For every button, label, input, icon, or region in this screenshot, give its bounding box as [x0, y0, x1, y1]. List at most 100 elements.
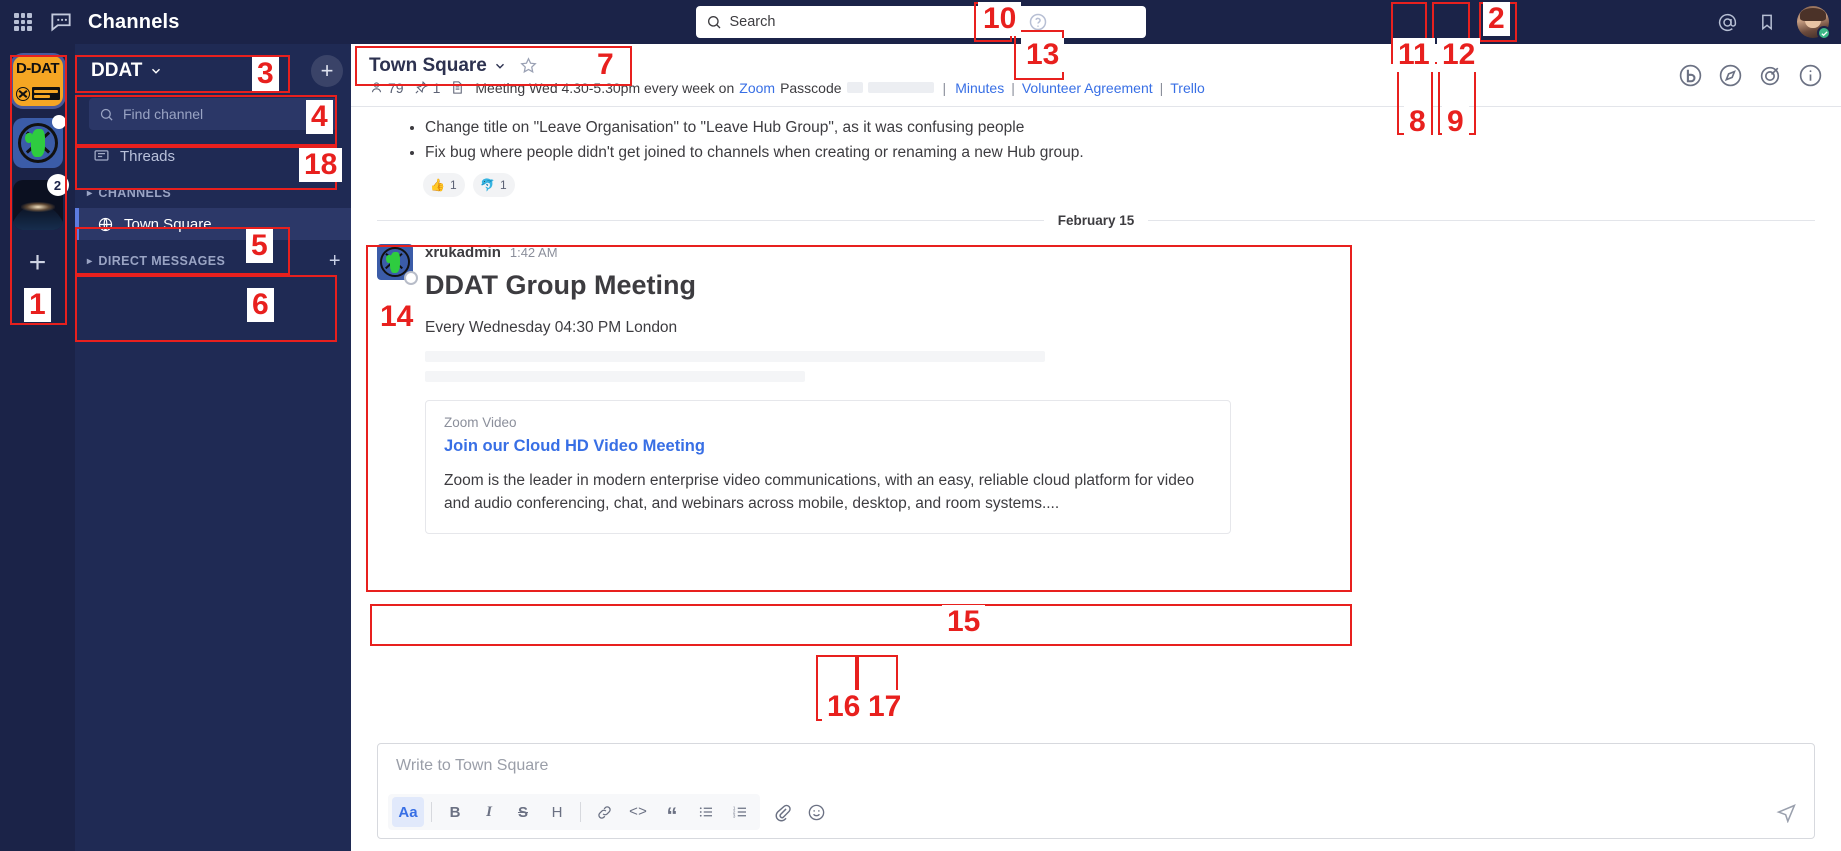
numbered-list-icon: 1 2 3 [733, 805, 746, 818]
composer-toolbar: Aa B I S H <> “ 1 2 3 [378, 788, 1814, 838]
post-avatar[interactable] [377, 244, 418, 286]
annotation-number-1: 1 [24, 288, 51, 322]
sidebar-category-channels-label: CHANNELS [98, 186, 172, 200]
sidebar-channel-town-square-label: Town Square [124, 215, 212, 233]
post-bullet-item: Fix bug where people didn't get joined t… [425, 140, 1841, 165]
channel-pinned-button[interactable]: 1 [414, 80, 440, 96]
channel-title-dropdown[interactable]: Town Square [369, 55, 507, 77]
heading-button[interactable]: H [541, 797, 573, 827]
separator: | [942, 79, 947, 96]
message-composer: Write to Town Square Aa B I S H <> “ 1 2… [377, 743, 1815, 839]
global-search-wrap: Search [695, 6, 1146, 38]
date-separator: February 15 [351, 197, 1841, 238]
composer-wrap: Write to Town Square Aa B I S H <> “ 1 2… [351, 743, 1841, 851]
channel-description: Meeting Wed 4.30-5.30pm every week on Zo… [475, 80, 1204, 96]
trello-link[interactable]: Trello [1170, 80, 1205, 96]
strikethrough-button[interactable]: S [507, 797, 539, 827]
bulleted-list-button[interactable] [690, 797, 722, 827]
post-username[interactable]: xrukadmin [425, 244, 501, 261]
send-plane-icon [1775, 803, 1796, 823]
team-name-label: DDAT [91, 60, 143, 81]
bigbluebutton-icon[interactable] [1673, 58, 1707, 92]
bullet-list-icon [699, 807, 712, 817]
body-row: D-DAT 2 + DDAT + Find channel Threads ▸ … [0, 44, 1841, 851]
link-preview-site: Zoom Video [444, 414, 517, 430]
search-input[interactable]: Search [695, 6, 1146, 38]
post-reactions: 👍 1 🐬 1 [351, 165, 1841, 198]
write-direct-message-button[interactable]: + [329, 250, 341, 273]
team-button-earth[interactable]: 2 [12, 174, 69, 230]
playbooks-compass-icon[interactable] [1713, 58, 1747, 92]
channel-members-count: 79 [388, 79, 404, 96]
team-button-ddat[interactable]: D-DAT [12, 56, 63, 106]
sidebar-category-direct-messages[interactable]: ▸ DIRECT MESSAGES + [75, 246, 351, 276]
reaction-dolphin[interactable]: 🐬 1 [473, 173, 515, 198]
sidebar-header: DDAT + [75, 44, 351, 98]
channels-chat-icon[interactable] [48, 9, 74, 35]
channel-header: Town Square 79 1 Meeting Wed 4.30-5.30pm… [351, 44, 1841, 107]
user-avatar[interactable] [1797, 6, 1831, 40]
global-header: Channels Search [0, 0, 1841, 44]
annotation-number-5: 5 [246, 229, 273, 263]
channel-info-icon[interactable] [1793, 58, 1827, 92]
channel-title-label: Town Square [369, 54, 487, 76]
link-button[interactable] [588, 797, 620, 827]
channel-files-button[interactable] [450, 80, 465, 95]
team-name-dropdown[interactable]: DDAT [91, 60, 163, 82]
message-input[interactable]: Write to Town Square [378, 744, 1814, 788]
status-badge [1817, 26, 1831, 40]
annotation-number-15: 15 [942, 605, 986, 639]
attach-file-button[interactable] [766, 797, 798, 827]
bookmark-flag-icon[interactable] [1749, 4, 1785, 40]
main-channel-view: Town Square 79 1 Meeting Wed 4.30-5.30pm… [351, 44, 1841, 851]
annotation-number-12: 12 [1437, 38, 1481, 72]
minutes-link[interactable]: Minutes [955, 80, 1004, 96]
unread-count-badge: 2 [46, 174, 69, 196]
composer-right [1768, 797, 1804, 827]
code-button[interactable]: <> [622, 797, 654, 827]
global-header-left: Channels [0, 9, 180, 35]
reaction-count: 1 [449, 178, 457, 193]
search-icon [100, 108, 113, 121]
browse-or-create-channel-button[interactable]: + [311, 55, 343, 87]
find-channel-input[interactable]: Find channel [89, 98, 337, 130]
quote-button[interactable]: “ [656, 797, 688, 827]
product-name: Channels [88, 10, 180, 33]
reaction-thumbsup[interactable]: 👍 1 [423, 173, 465, 198]
chevron-right-icon: ▸ [87, 187, 93, 199]
annotation-number-9: 9 [1442, 105, 1469, 139]
send-message-button[interactable] [1768, 797, 1804, 827]
channel-goals-target-icon[interactable] [1753, 58, 1787, 92]
apps-grid-icon[interactable] [12, 11, 34, 33]
post-timestamp[interactable]: 1:42 AM [510, 245, 558, 260]
help-circle-icon[interactable] [1020, 4, 1056, 40]
sidebar-category-channels[interactable]: ▸ CHANNELS [75, 178, 351, 208]
italic-button[interactable]: I [473, 797, 505, 827]
file-icon [453, 81, 463, 94]
channel-header-right [1673, 58, 1827, 92]
link-preview-title[interactable]: Join our Cloud HD Video Meeting [444, 437, 1212, 456]
favorite-star-icon[interactable] [519, 56, 538, 75]
add-team-button[interactable]: + [29, 248, 47, 278]
channel-meta-row: 79 1 Meeting Wed 4.30-5.30pm every week … [369, 80, 1673, 96]
sidebar-channel-town-square[interactable]: Town Square [75, 208, 351, 240]
channel-members-button[interactable]: 79 [369, 80, 404, 96]
search-icon [707, 16, 720, 29]
numbered-list-button[interactable]: 1 2 3 [724, 797, 756, 827]
at-mention-icon[interactable] [1709, 4, 1745, 40]
team-button-xruk[interactable] [12, 115, 66, 168]
link-preview-description: Zoom is the leader in modern enterprise … [444, 471, 1195, 513]
annotation-number-6: 6 [247, 288, 274, 322]
bold-button[interactable]: B [439, 797, 471, 827]
text-style-button[interactable]: Aa [392, 797, 424, 827]
emoji-picker-button[interactable] [800, 797, 832, 827]
volunteer-agreement-link[interactable]: Volunteer Agreement [1022, 80, 1153, 96]
chevron-right-icon: ▸ [87, 255, 93, 267]
redacted-text [846, 82, 863, 93]
separator: | [1011, 79, 1015, 96]
redacted-text [867, 82, 934, 93]
zoom-link[interactable]: Zoom [739, 80, 775, 96]
threads-icon [94, 149, 109, 161]
toolbar-divider [431, 802, 432, 822]
sidebar-category-direct-messages-label: DIRECT MESSAGES [98, 254, 226, 268]
